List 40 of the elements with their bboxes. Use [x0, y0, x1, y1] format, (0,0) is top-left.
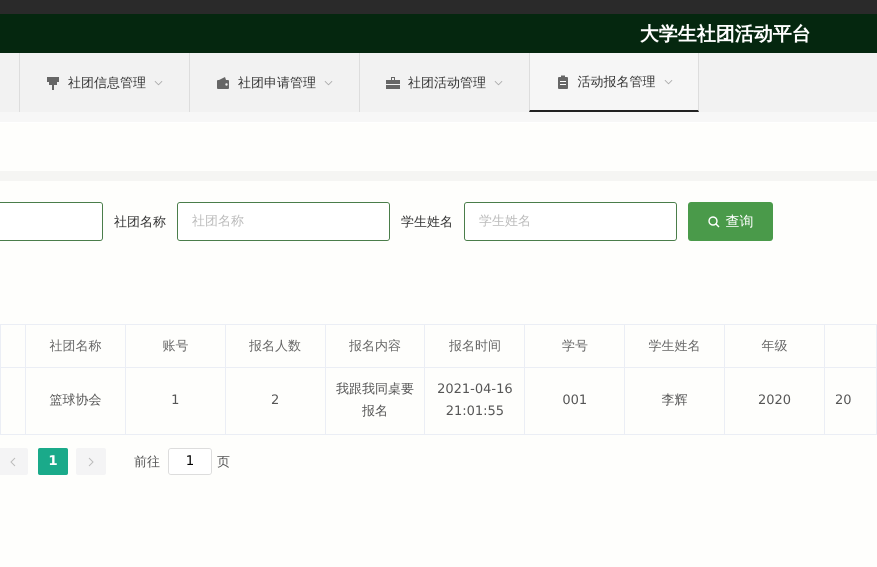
field-label: 社团名称 — [114, 214, 166, 230]
briefcase-icon — [386, 76, 400, 90]
column-header: 学生姓名 — [624, 324, 725, 368]
page-label: 页 — [217, 454, 230, 470]
table-cell: 001 — [562, 393, 588, 408]
app-title: 大学生社团活动平台 — [640, 22, 811, 46]
table-cell: 1 — [171, 393, 180, 408]
clipboard-icon — [556, 74, 570, 88]
input-field[interactable] — [0, 202, 103, 241]
goto-label: 前往 — [134, 454, 160, 470]
table-cell: 2021-04-16 21:01:55 — [437, 382, 513, 419]
column-header: 报名内容 — [325, 324, 425, 368]
table-cell: 篮球协会 — [49, 393, 102, 408]
nav-tab[interactable]: 活动报名管理 — [529, 53, 699, 112]
wallet-icon — [216, 76, 230, 90]
column-header: 报名时间 — [424, 324, 525, 368]
table-cell: 20 — [834, 393, 852, 408]
input-field[interactable]: 社团名称 — [177, 202, 390, 241]
column-header: 社团名称 — [25, 324, 126, 368]
table-cell: 2020 — [758, 393, 792, 408]
input-field[interactable]: 学生姓名 — [464, 202, 677, 241]
chevron-down-icon — [664, 78, 672, 84]
table-cell: 李辉 — [662, 393, 688, 408]
table-cell: 我跟我同桌要报名 — [336, 382, 414, 419]
column-header: 年级 — [724, 324, 824, 368]
column-header: 学号 — [524, 324, 625, 368]
signpost-icon — [46, 76, 60, 90]
previous-page-button[interactable] — [0, 448, 28, 475]
table-cell: 2 — [270, 393, 280, 408]
page-input[interactable]: 1 — [168, 448, 212, 475]
search-icon — [708, 216, 720, 228]
chevron-down-icon — [324, 80, 333, 86]
next-page-button[interactable] — [76, 448, 106, 475]
chevron-down-icon — [494, 80, 503, 86]
chevron-down-icon — [154, 80, 163, 86]
field-label: 学生姓名 — [401, 214, 453, 230]
column-header: 报名人数 — [225, 324, 326, 368]
chevron-right-icon — [88, 456, 94, 466]
column-header: 账号 — [125, 324, 226, 368]
chevron-left-icon — [10, 456, 16, 466]
